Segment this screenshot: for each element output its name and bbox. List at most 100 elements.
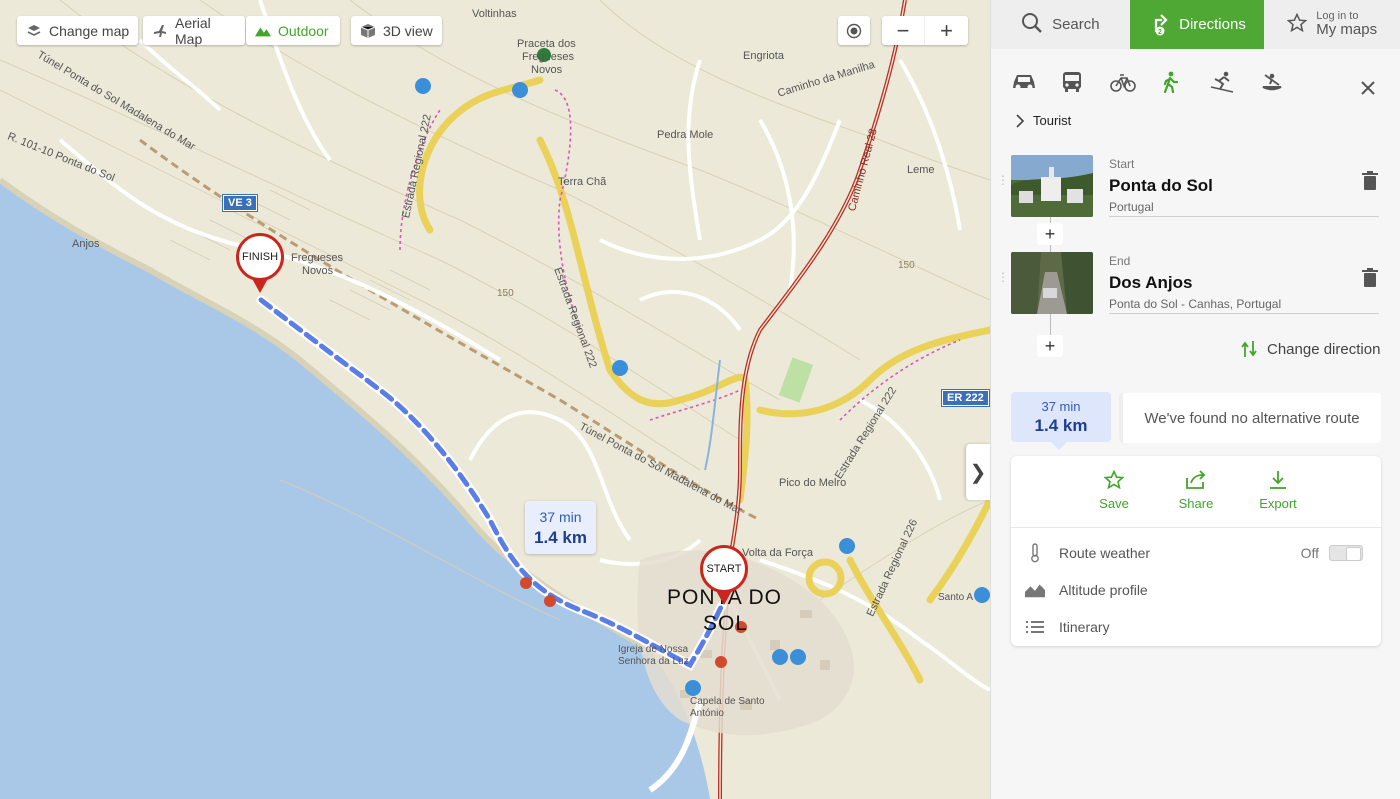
3d-view-label: 3D view [383,22,433,39]
road-badge-ve3: VE 3 [222,194,258,212]
route-weather-row[interactable]: Route weather Off [1011,534,1381,571]
zoom-in-button[interactable]: + [925,16,968,45]
trash-icon [1362,268,1378,287]
save-button[interactable]: Save [1084,470,1144,527]
map-label-elev-150b: 150 [898,260,915,271]
summary-distance: 1.4 km [1034,416,1088,435]
map-canvas[interactable]: Voltinhas Praceta dos Fregueses Novos En… [0,0,990,799]
add-waypoint-button[interactable]: + [1037,223,1063,245]
start-marker[interactable]: START [700,545,748,605]
waypoint-start[interactable]: ⋮⋮ Start Ponta do Sol Portugal [997,155,1381,219]
route-details-card: Save Share Export Route weather Off Alti… [1011,456,1381,646]
mountain-icon [255,23,271,39]
walking-icon [1163,71,1178,93]
drag-handle-icon[interactable]: ⋮⋮ [997,174,1022,191]
summary-pointer [1051,442,1067,450]
map-label-praceta-2: Fregueses [522,51,574,63]
end-name: Dos Anjos [1109,273,1193,292]
road-badge-er222: ER 222 [941,389,990,407]
end-subtitle: Ponta do Sol - Canhas, Portugal [1109,297,1282,311]
plus-icon: + [1044,335,1056,356]
start-name: Ponta do Sol [1109,176,1213,195]
change-map-button[interactable]: Change map [17,16,139,45]
end-kind-label: End [1109,254,1131,268]
zoom-out-button[interactable]: − [882,16,925,45]
share-icon [1186,470,1206,489]
route-profile-selector[interactable]: Tourist [1015,113,1071,128]
tab-login[interactable]: Log in to My maps [1264,0,1400,49]
route-summary-tab[interactable]: 37 min 1.4 km [1011,392,1111,442]
share-button[interactable]: Share [1166,470,1226,527]
route-info-bubble[interactable]: 37 min 1.4 km [525,501,596,554]
directions-icon: 2 [1148,10,1170,40]
layers-icon [26,23,42,39]
no-alternative-message: We've found no alternative route [1119,393,1381,443]
delete-start-button[interactable] [1361,171,1379,191]
directions-panel: Search 2 Directions Log in to My maps To… [990,0,1400,799]
mode-bike[interactable] [1110,67,1160,97]
outdoor-button[interactable]: Outdoor [246,16,340,45]
map-label-town-2: SOL [703,612,749,635]
transport-modes [991,49,1400,115]
map-label-igreja: Igreja de Nossa Senhora da Luz [618,644,689,667]
map-label-terra-cha: Terra Chã [558,176,607,188]
altitude-profile-row[interactable]: Altitude profile [1011,571,1381,608]
map-label-fregueses: Fregueses [291,252,343,264]
export-button[interactable]: Export [1248,470,1308,527]
itinerary-row[interactable]: Itinerary [1011,608,1381,645]
kayak-icon [1262,73,1281,91]
map-label-elev-150a: 150 [497,288,514,299]
route-weather-toggle[interactable] [1329,544,1363,561]
change-map-label: Change map [49,22,130,39]
finish-marker[interactable]: FINISH [236,233,284,293]
route-actions: Save Share Export [1011,456,1381,528]
save-label: Save [1099,496,1129,511]
mode-walk[interactable] [1160,67,1210,97]
mode-ski[interactable] [1209,67,1259,97]
star-icon [1104,470,1124,490]
locate-button[interactable] [838,16,870,45]
collapse-panel-button[interactable]: ❯ [966,444,990,500]
add-waypoint-end-button[interactable]: + [1037,335,1063,357]
map-label-anjos: Anjos [72,238,100,250]
route-bubble-time: 37 min [539,509,582,525]
map-label-fregueses-2: Novos [302,265,334,277]
top-navigation: Search 2 Directions Log in to My maps [991,0,1400,49]
cube-icon [360,23,376,39]
outdoor-label: Outdoor [278,22,329,39]
change-direction-button[interactable]: Change direction [1241,340,1380,358]
map-label-santo-a: Santo A [938,592,974,603]
route-weather-label: Route weather [1059,544,1151,561]
delete-end-button[interactable] [1361,268,1379,288]
map-label-pedra-mole: Pedra Mole [657,129,714,141]
tab-search[interactable]: Search [991,0,1130,49]
plus-icon: + [1044,223,1056,244]
mode-kayak[interactable] [1259,67,1309,97]
route-weather-state: Off [1300,544,1319,561]
map-label-pico-melro: Pico do Melro [779,477,847,489]
map-label-capela: Capela de Santo António [690,696,765,719]
aerial-map-button[interactable]: Aerial Map [143,15,245,47]
start-kind-label: Start [1109,157,1135,171]
drag-handle-icon[interactable]: ⋮⋮ [997,271,1022,288]
waypoint-end[interactable]: ⋮⋮ End Dos Anjos Ponta do Sol - Canhas, … [997,252,1381,316]
mode-car[interactable] [1011,67,1061,97]
start-marker-label: START [700,545,748,593]
thermometer-icon [1025,542,1045,563]
summary-time: 37 min [1041,399,1081,414]
3d-view-button[interactable]: 3D view [351,16,442,45]
close-directions-button[interactable] [1360,76,1376,102]
map-label-praceta: Praceta dos [517,38,576,50]
svg-text:2: 2 [1158,29,1162,36]
map-label-leme: Leme [907,164,935,176]
tab-search-label: Search [1052,16,1100,33]
download-icon [1270,471,1286,489]
star-icon [1286,12,1308,37]
mode-bus[interactable] [1061,67,1111,97]
map-label-engriota: Engriota [743,50,784,62]
zoom-controls: − + [882,16,968,45]
tab-directions-label: Directions [1179,16,1246,33]
list-icon [1025,620,1045,634]
skiing-icon [1210,71,1234,93]
tab-directions[interactable]: 2 Directions [1129,0,1265,49]
